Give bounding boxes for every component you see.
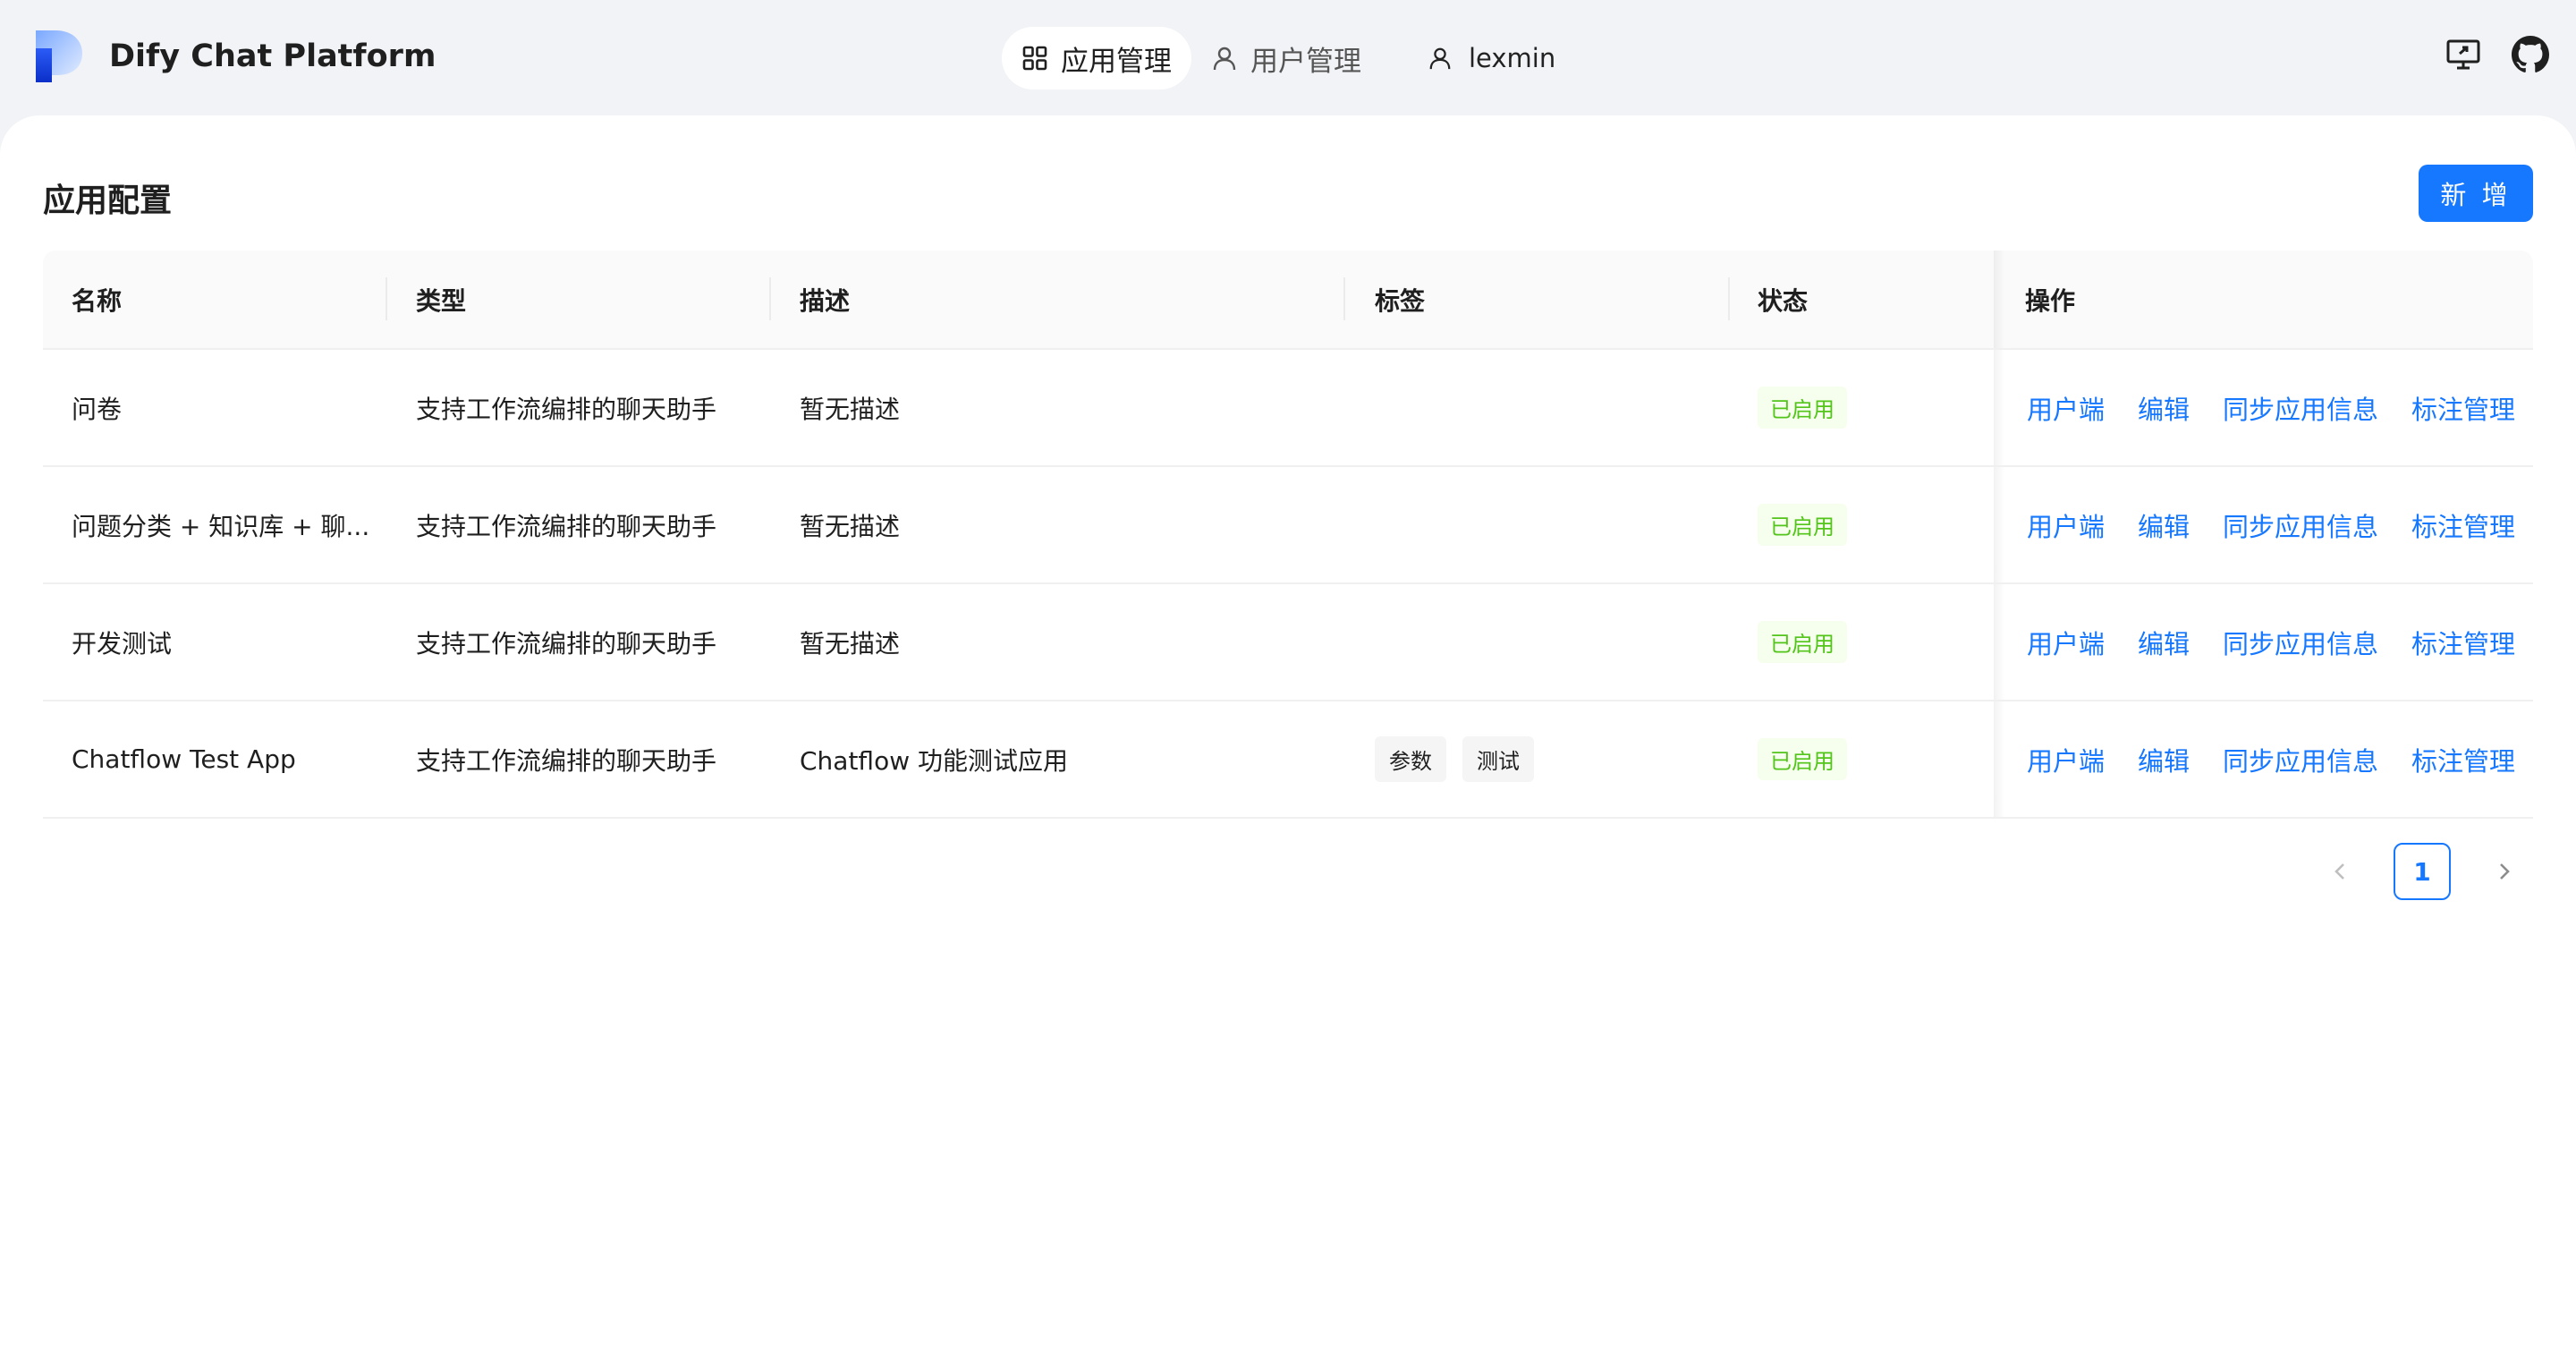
action-sync-link[interactable]: 同步应用信息	[2223, 506, 2378, 544]
status-badge: 已启用	[1758, 387, 1847, 429]
action-edit-link[interactable]: 编辑	[2138, 506, 2190, 544]
cell-type: 支持工作流编排的聊天助手	[416, 745, 717, 776]
cell-tags: 参数 测试	[1375, 701, 1550, 817]
column-divider	[769, 277, 771, 320]
action-annotation-link[interactable]: 标注管理	[2411, 389, 2515, 427]
column-header-description: 描述	[800, 285, 851, 316]
cell-type: 支持工作流编排的聊天助手	[416, 394, 717, 424]
cell-description: Chatflow 功能测试应用	[800, 745, 1069, 776]
action-edit-link[interactable]: 编辑	[2138, 741, 2190, 778]
status-badge: 已启用	[1758, 621, 1847, 663]
table-row: 问题分类 + 知识库 + 聊... 支持工作流编排的聊天助手 暂无描述 已启用 …	[43, 467, 2533, 584]
column-header-name: 名称	[72, 285, 123, 316]
column-divider	[1728, 277, 1730, 320]
fixed-column-shadow	[1994, 350, 2004, 465]
next-page-button[interactable]	[2476, 843, 2533, 900]
main-nav: 应用管理 用户管理 lexmin	[1002, 27, 1555, 89]
user-icon	[1213, 47, 1236, 71]
top-bar: Dify Chat Platform 应用管理 用户管理 lexmin	[0, 0, 2576, 115]
user-menu[interactable]: lexmin	[1428, 43, 1555, 73]
column-divider	[386, 277, 387, 320]
pagination: 1	[2311, 843, 2533, 900]
cell-description: 暂无描述	[800, 394, 901, 424]
status-badge: 已启用	[1758, 738, 1847, 780]
nav-item-label: 应用管理	[1061, 45, 1172, 78]
cell-type: 支持工作流编排的聊天助手	[416, 511, 717, 541]
column-header-actions: 操作	[2025, 285, 2076, 316]
cell-name: 问卷	[72, 394, 123, 424]
fixed-column-shadow	[1994, 251, 2004, 348]
app-title: Dify Chat Platform	[109, 38, 436, 74]
fixed-column-shadow	[1994, 701, 2004, 817]
fixed-column-shadow	[1994, 467, 2004, 582]
action-sync-link[interactable]: 同步应用信息	[2223, 624, 2378, 661]
prev-page-button[interactable]	[2311, 843, 2368, 900]
action-annotation-link[interactable]: 标注管理	[2411, 741, 2515, 778]
status-badge: 已启用	[1758, 504, 1847, 546]
add-button[interactable]: 新 增	[2419, 165, 2533, 222]
cell-name: 问题分类 + 知识库 + 聊...	[72, 511, 370, 541]
brand[interactable]: Dify Chat Platform	[32, 29, 436, 84]
nav-item-label: 用户管理	[1250, 45, 1361, 78]
nav-item-app-management[interactable]: 应用管理	[1002, 27, 1191, 89]
table-row: Chatflow Test App 支持工作流编排的聊天助手 Chatflow …	[43, 701, 2533, 819]
action-edit-link[interactable]: 编辑	[2138, 624, 2190, 661]
action-annotation-link[interactable]: 标注管理	[2411, 624, 2515, 661]
column-divider	[1343, 277, 1345, 320]
action-client-link[interactable]: 用户端	[2027, 389, 2105, 427]
tag-chip: 测试	[1462, 736, 1534, 782]
cell-name: Chatflow Test App	[72, 744, 296, 774]
action-client-link[interactable]: 用户端	[2027, 624, 2105, 661]
table-row: 问卷 支持工作流编排的聊天助手 暂无描述 已启用 用户端 编辑 同步应用信息 标…	[43, 350, 2533, 467]
monitor-icon[interactable]	[2445, 37, 2481, 72]
column-header-tags: 标签	[1375, 285, 1426, 316]
fixed-column-shadow	[1994, 584, 2004, 700]
chevron-left-icon	[2334, 863, 2344, 880]
page-title: 应用配置	[43, 183, 173, 219]
table-header: 名称 类型 描述 标签 状态 操作	[43, 251, 2533, 350]
main-content-card: 应用配置 新 增 名称 类型 描述 标签 状态 操作 问卷 支持工作流编排的聊天…	[0, 115, 2576, 1360]
cell-description: 暂无描述	[800, 628, 901, 659]
column-header-status: 状态	[1758, 285, 1809, 316]
nav-item-user-management[interactable]: 用户管理	[1191, 27, 1381, 89]
cell-description: 暂无描述	[800, 511, 901, 541]
page-number-current[interactable]: 1	[2394, 843, 2451, 900]
action-client-link[interactable]: 用户端	[2027, 741, 2105, 778]
action-sync-link[interactable]: 同步应用信息	[2223, 389, 2378, 427]
cell-type: 支持工作流编排的聊天助手	[416, 628, 717, 659]
action-client-link[interactable]: 用户端	[2027, 506, 2105, 544]
apps-grid-icon	[1022, 46, 1047, 71]
action-sync-link[interactable]: 同步应用信息	[2223, 741, 2378, 778]
app-table: 名称 类型 描述 标签 状态 操作 问卷 支持工作流编排的聊天助手 暂无描述 已…	[43, 251, 2533, 819]
column-header-type: 类型	[416, 285, 467, 316]
tag-chip: 参数	[1375, 736, 1446, 782]
action-edit-link[interactable]: 编辑	[2138, 389, 2190, 427]
username: lexmin	[1469, 43, 1556, 73]
action-annotation-link[interactable]: 标注管理	[2411, 506, 2515, 544]
header-actions	[2415, 36, 2549, 73]
app-logo	[36, 30, 82, 82]
github-icon[interactable]	[2512, 36, 2549, 73]
chevron-right-icon	[2500, 863, 2510, 880]
table-row: 开发测试 支持工作流编排的聊天助手 暂无描述 已启用 用户端 编辑 同步应用信息…	[43, 584, 2533, 701]
cell-name: 开发测试	[72, 628, 173, 659]
user-icon	[1429, 47, 1451, 70]
